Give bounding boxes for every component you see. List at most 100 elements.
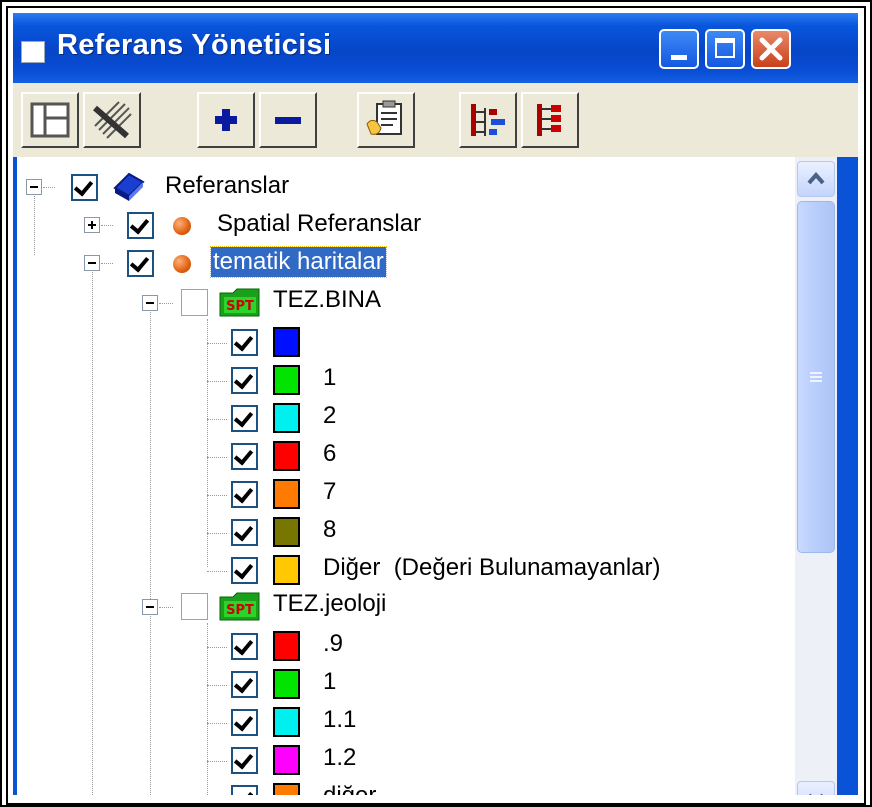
- tree-connector: [207, 457, 227, 458]
- legend-label: 1: [323, 668, 337, 695]
- checkbox[interactable]: [127, 212, 154, 239]
- group-dot-icon: [173, 255, 191, 273]
- tree-node-root[interactable]: Referanslar: [17, 171, 417, 209]
- legend-label: 1.2: [323, 744, 357, 771]
- legend-item[interactable]: diğer: [17, 779, 517, 795]
- tree-connector: [159, 607, 173, 608]
- tree-collapse-icon: [537, 104, 561, 136]
- vertical-scrollbar[interactable]: [795, 157, 837, 795]
- tree-node-spatial-references[interactable]: Spatial Referanslar: [17, 209, 517, 247]
- expand-toggle[interactable]: [84, 217, 100, 233]
- title-bar[interactable]: Referans Yöneticisi: [13, 13, 858, 83]
- tree-connector: [159, 303, 173, 304]
- checkbox[interactable]: [231, 633, 258, 660]
- minus-icon: [275, 117, 301, 124]
- checkbox[interactable]: [231, 329, 258, 356]
- color-swatch: [273, 669, 300, 699]
- spatial-layer-icon: SPT: [219, 592, 260, 621]
- tree-expand-icon: [471, 104, 505, 136]
- checkbox[interactable]: [231, 443, 258, 470]
- scroll-up-button[interactable]: [797, 161, 835, 197]
- reference-tree[interactable]: Referanslar Spatial Referanslar tematik …: [17, 157, 795, 795]
- legend-label: 1: [323, 364, 337, 391]
- legend-item[interactable]: .9: [17, 627, 517, 665]
- checkbox[interactable]: [231, 671, 258, 698]
- minimize-button[interactable]: [659, 29, 699, 69]
- color-swatch: [273, 479, 300, 509]
- tree-connector: [207, 381, 227, 382]
- checkbox[interactable]: [181, 593, 208, 620]
- checkbox[interactable]: [231, 747, 258, 774]
- tree-connector: [101, 225, 113, 226]
- scroll-thumb[interactable]: [797, 201, 835, 553]
- close-button[interactable]: [751, 29, 791, 69]
- tree-node-label: TEZ.BINA: [273, 286, 382, 313]
- checkbox[interactable]: [127, 250, 154, 277]
- layout-tool-button[interactable]: [21, 92, 79, 148]
- tree-node-layer-bina[interactable]: SPT TEZ.BINA: [17, 285, 517, 323]
- legend-item[interactable]: 1: [17, 665, 517, 703]
- window-title: Referans Yöneticisi: [57, 29, 332, 61]
- properties-button[interactable]: [357, 92, 415, 148]
- legend-item[interactable]: 1: [17, 361, 517, 399]
- legend-item[interactable]: [17, 323, 517, 361]
- legend-item[interactable]: 7: [17, 475, 517, 513]
- color-swatch: [273, 365, 300, 395]
- close-icon: [759, 37, 783, 61]
- legend-item[interactable]: 2: [17, 399, 517, 437]
- tree-node-layer-jeoloji[interactable]: SPT TEZ.jeoloji: [17, 589, 517, 627]
- remove-reference-button[interactable]: [83, 92, 141, 148]
- collapse-toggle[interactable]: [142, 295, 158, 311]
- color-swatch: [273, 517, 300, 547]
- checkbox[interactable]: [231, 709, 258, 736]
- checkbox[interactable]: [231, 367, 258, 394]
- spt-badge-text: SPT: [226, 299, 254, 314]
- chevron-up-icon: [807, 171, 825, 185]
- collapse-toggle[interactable]: [84, 255, 100, 271]
- maximize-button[interactable]: [705, 29, 745, 69]
- checkbox[interactable]: [231, 785, 258, 795]
- legend-item[interactable]: 1.1: [17, 703, 517, 741]
- checkbox[interactable]: [71, 174, 98, 201]
- tree-connector: [207, 419, 227, 420]
- color-swatch: [273, 783, 300, 795]
- tree-connector: [207, 495, 227, 496]
- spt-badge-text: SPT: [226, 603, 254, 618]
- add-button[interactable]: [197, 92, 255, 148]
- tree-connector: [207, 343, 227, 344]
- group-dot-icon: [173, 217, 191, 235]
- checkbox[interactable]: [231, 557, 258, 584]
- collapse-toggle[interactable]: [142, 599, 158, 615]
- hatched-brush-icon: [93, 101, 132, 139]
- legend-label: 7: [323, 478, 337, 505]
- checkbox[interactable]: [231, 481, 258, 508]
- legend-item[interactable]: 1.2: [17, 741, 517, 779]
- tree-node-thematic-maps[interactable]: tematik haritalar: [17, 246, 517, 285]
- plus-icon: [215, 109, 237, 131]
- maximize-icon: [715, 38, 735, 58]
- legend-label: Diğer (Değeri Bulunamayanlar): [323, 554, 661, 581]
- color-swatch: [273, 441, 300, 471]
- subtract-button[interactable]: [259, 92, 317, 148]
- legend-label: .9: [323, 630, 344, 657]
- scroll-down-button[interactable]: [797, 781, 835, 795]
- legend-item[interactable]: 8: [17, 513, 517, 551]
- legend-item[interactable]: 6: [17, 437, 517, 475]
- tree-connector: [207, 723, 227, 724]
- legend-item[interactable]: Diğer (Değeri Bulunamayanlar): [17, 551, 777, 589]
- color-swatch: [273, 555, 300, 585]
- tree-node-label: TEZ.jeoloji: [273, 590, 387, 617]
- window-icon: [21, 41, 45, 63]
- tree-node-label: Referanslar: [165, 172, 290, 199]
- window-border: [837, 157, 858, 795]
- collapse-toggle[interactable]: [26, 179, 42, 195]
- checkbox[interactable]: [181, 289, 208, 316]
- panel-layout-icon: [30, 102, 70, 138]
- spatial-layer-icon: SPT: [219, 288, 260, 317]
- checkbox[interactable]: [231, 405, 258, 432]
- expand-tree-button[interactable]: [459, 92, 517, 148]
- tree-connector: [43, 187, 55, 188]
- checkbox[interactable]: [231, 519, 258, 546]
- collapse-tree-button[interactable]: [521, 92, 579, 148]
- legend-label: 8: [323, 516, 337, 543]
